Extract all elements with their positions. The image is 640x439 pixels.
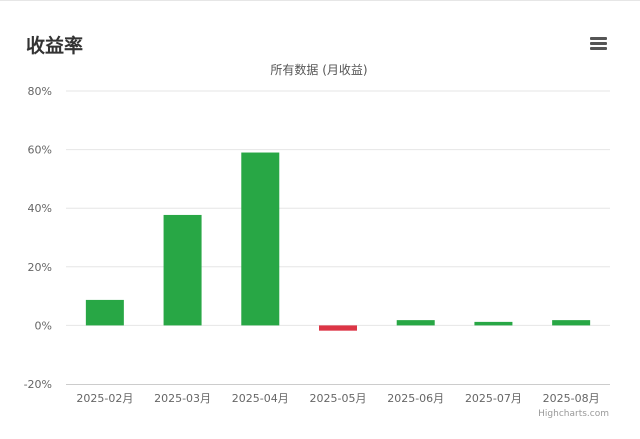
chart-card: 收益率 所有数据 (月收益) -20% 0% 20% 40% 60% 80% 2025-0… — [0, 0, 640, 438]
credits-label[interactable]: Highcharts.com — [538, 409, 609, 419]
x-tick-label: 2025-08月 — [543, 392, 600, 405]
bar-2025-02月[interactable] — [85, 299, 124, 326]
y-tick-label: 20% — [28, 261, 52, 274]
x-axis: 2025-02月 2025-03月 2025-04月 2025-05月 2025-06月… — [66, 384, 610, 405]
bar-2025-06月[interactable] — [396, 320, 435, 326]
y-tick-label: 40% — [28, 202, 52, 215]
bar-2025-04月[interactable] — [241, 152, 280, 326]
x-tick-label: 2025-05月 — [310, 392, 367, 405]
y-axis: -20% 0% 20% 40% 60% 80% — [24, 85, 52, 391]
y-tick-label: -20% — [24, 378, 52, 391]
y-tick-label: 80% — [28, 85, 52, 98]
bar-series — [85, 152, 591, 331]
x-tick-label: 2025-07月 — [465, 392, 522, 405]
y-tick-label: 0% — [35, 319, 52, 332]
bar-2025-07月[interactable] — [474, 321, 513, 326]
grid-lines — [66, 90, 610, 326]
x-tick-label: 2025-06月 — [387, 392, 444, 405]
bar-2025-05月[interactable] — [319, 325, 357, 331]
x-tick-label: 2025-02月 — [76, 392, 133, 405]
x-tick-label: 2025-04月 — [232, 392, 289, 405]
y-tick-label: 60% — [28, 144, 52, 157]
x-tick-label: 2025-03月 — [154, 392, 211, 405]
chart-subtitle: 所有数据 (月收益) — [270, 62, 367, 77]
bar-2025-08月[interactable] — [552, 320, 591, 326]
bar-chart: 所有数据 (月收益) -20%0%20%40%60%80% 2025-02月 20… — [24, 62, 610, 419]
bar-2025-03月[interactable] — [163, 214, 202, 326]
